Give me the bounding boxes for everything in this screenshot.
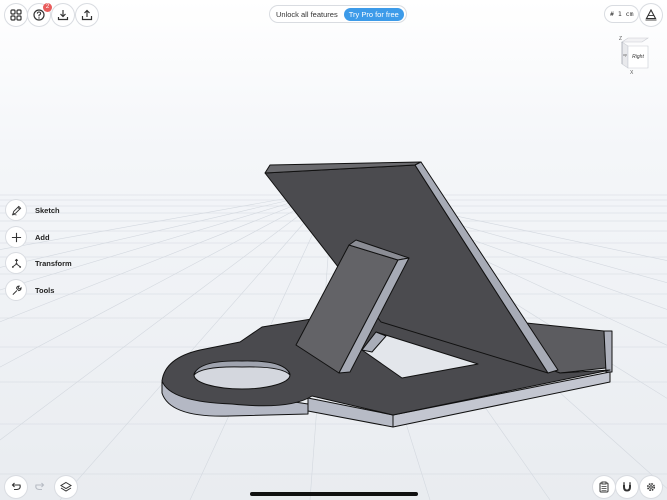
magnet-button[interactable] — [616, 476, 638, 498]
transform-icon — [11, 258, 21, 268]
tools-label: Tools — [35, 285, 55, 295]
undo-button[interactable] — [5, 476, 27, 498]
magnet-icon — [623, 482, 631, 492]
axis-x-label: X — [630, 70, 634, 76]
view-cube[interactable]: Right op Z X — [616, 34, 656, 78]
share-icon — [81, 9, 93, 21]
clipboard-icon — [599, 481, 609, 493]
model-phone-stand[interactable] — [0, 0, 667, 500]
lighting-icon — [645, 9, 657, 21]
grid-apps-icon — [10, 9, 22, 21]
add-tool[interactable]: Add — [6, 227, 50, 247]
redo-button[interactable] — [29, 476, 51, 498]
pencil-icon — [11, 205, 21, 215]
layers-button[interactable] — [55, 476, 77, 498]
settings-button[interactable] — [640, 476, 662, 498]
try-pro-button[interactable]: Try Pro for free — [343, 7, 404, 21]
clipboard-button[interactable] — [593, 476, 615, 498]
wrench-icon — [12, 285, 22, 295]
download-button[interactable] — [52, 4, 74, 26]
tools-menu[interactable]: Tools — [6, 280, 54, 300]
axis-z-label: Z — [619, 36, 622, 42]
unlock-features-banner[interactable]: Unlock all features Try Pro for free — [270, 6, 406, 22]
lighting-button[interactable] — [640, 4, 662, 26]
help-icon — [33, 9, 45, 21]
sketch-tool[interactable]: Sketch — [6, 200, 60, 220]
download-icon — [57, 10, 69, 21]
add-label: Add — [35, 232, 50, 242]
sketch-label: Sketch — [35, 205, 60, 215]
viewcube-right-face: Right — [632, 54, 644, 60]
settings-icon — [646, 482, 656, 492]
transform-label: Transform — [35, 258, 72, 268]
plus-icon — [11, 232, 21, 242]
notification-badge: 2 — [43, 3, 52, 12]
promo-text: Unlock all features — [276, 9, 338, 19]
share-button[interactable] — [76, 4, 98, 26]
viewcube-side-face: op — [623, 53, 627, 57]
transform-tool[interactable]: Transform — [6, 253, 72, 273]
layers-icon — [60, 481, 72, 492]
home-indicator — [250, 492, 418, 496]
redo-icon — [35, 482, 45, 491]
grid-unit-button[interactable]: # 1 cm — [605, 6, 639, 22]
undo-icon — [11, 482, 21, 491]
apps-grid-button[interactable] — [5, 4, 27, 26]
